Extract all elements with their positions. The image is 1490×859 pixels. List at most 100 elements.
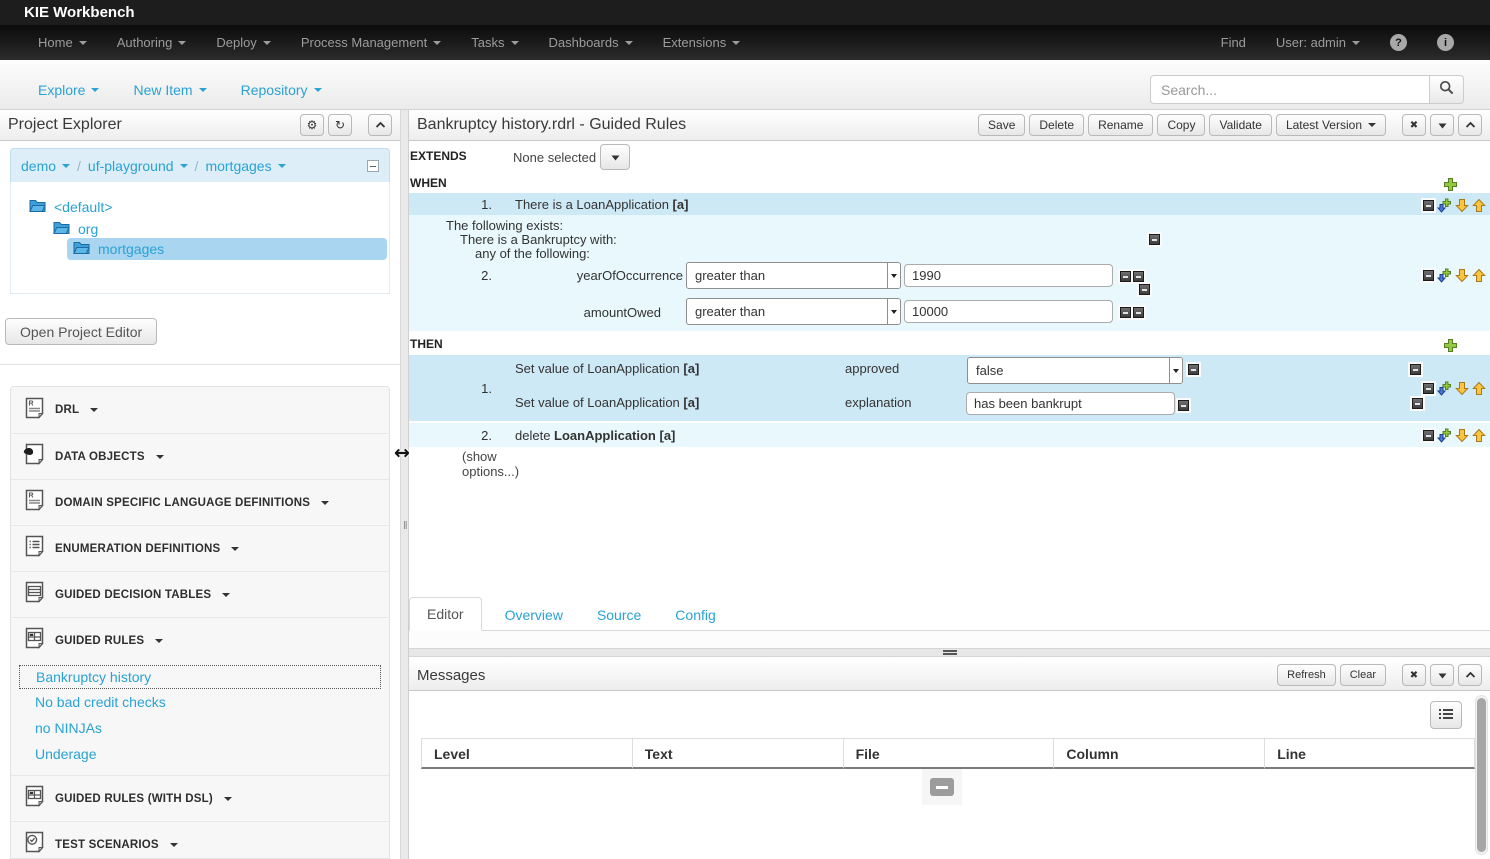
refresh-button[interactable]: ↻ bbox=[328, 114, 352, 136]
info-icon[interactable]: i bbox=[1437, 34, 1454, 51]
rename-button[interactable]: Rename bbox=[1088, 114, 1153, 136]
repository-menu[interactable]: Repository bbox=[241, 82, 322, 98]
breadcrumb-project[interactable]: uf-playground bbox=[88, 158, 188, 174]
remove-field-icon[interactable] bbox=[1133, 307, 1144, 318]
help-icon[interactable]: ? bbox=[1390, 34, 1407, 51]
remove-row-icon[interactable] bbox=[1423, 383, 1434, 394]
remove-action-icon[interactable] bbox=[1412, 398, 1423, 409]
close-messages-button[interactable]: ✖ bbox=[1402, 664, 1426, 686]
messages-scrollbar[interactable] bbox=[1475, 695, 1488, 855]
collapse-panel-button[interactable] bbox=[368, 114, 392, 136]
move-up-icon[interactable] bbox=[1472, 428, 1486, 443]
section-dsl-definitions[interactable]: RDOMAIN SPECIFIC LANGUAGE DEFINITIONS bbox=[11, 479, 389, 525]
search-button[interactable] bbox=[1430, 75, 1464, 104]
delete-button[interactable]: Delete bbox=[1029, 114, 1084, 136]
action-value-select[interactable]: false bbox=[967, 357, 1183, 384]
edit-field-icon[interactable] bbox=[1120, 307, 1131, 318]
search-input[interactable] bbox=[1150, 75, 1430, 104]
nav-home[interactable]: Home bbox=[38, 35, 87, 50]
edit-field-icon[interactable] bbox=[1120, 271, 1131, 282]
section-guided-rules-dsl[interactable]: GUIDED RULES (WITH DSL) bbox=[11, 775, 389, 821]
section-data-objects[interactable]: DATA OBJECTS bbox=[11, 433, 389, 479]
breadcrumb-package[interactable]: mortgages bbox=[205, 158, 285, 174]
move-down-icon[interactable] bbox=[1455, 428, 1469, 443]
remove-row-icon[interactable] bbox=[1423, 270, 1434, 281]
tree-item-org[interactable]: org bbox=[53, 218, 98, 240]
minimize-messages-button[interactable] bbox=[1430, 664, 1454, 686]
column-header-line[interactable]: Line bbox=[1264, 738, 1475, 769]
refresh-messages-button[interactable]: Refresh bbox=[1277, 664, 1336, 686]
scrollbar-thumb[interactable] bbox=[1477, 698, 1486, 852]
nav-deploy[interactable]: Deploy bbox=[216, 35, 270, 50]
move-down-icon[interactable] bbox=[1455, 268, 1469, 283]
move-up-icon[interactable] bbox=[1472, 268, 1486, 283]
asset-bankruptcy-history[interactable]: Bankruptcy history bbox=[19, 665, 381, 689]
collapse-editor-button[interactable] bbox=[1458, 114, 1482, 136]
tab-source[interactable]: Source bbox=[580, 599, 658, 631]
section-test-scenarios[interactable]: TEST SCENARIOS bbox=[11, 821, 389, 859]
move-up-icon[interactable] bbox=[1472, 198, 1486, 213]
version-dropdown-button[interactable]: Latest Version bbox=[1276, 114, 1386, 136]
section-drl[interactable]: RDRL bbox=[11, 387, 389, 433]
collapse-all-icon[interactable] bbox=[367, 160, 379, 172]
horizontal-splitter[interactable] bbox=[409, 648, 1490, 657]
remove-row-icon[interactable] bbox=[1423, 430, 1434, 441]
tab-overview[interactable]: Overview bbox=[488, 599, 580, 631]
move-down-icon[interactable] bbox=[1455, 381, 1469, 396]
save-button[interactable]: Save bbox=[978, 114, 1025, 136]
minimize-editor-button[interactable] bbox=[1430, 114, 1454, 136]
asset-underage[interactable]: Underage bbox=[11, 741, 389, 767]
nav-process-management[interactable]: Process Management bbox=[301, 35, 441, 50]
tree-item-default[interactable]: <default> bbox=[29, 196, 112, 218]
connector-icon[interactable] bbox=[1139, 284, 1150, 295]
section-enumeration-definitions[interactable]: ENUMERATION DEFINITIONS bbox=[11, 525, 389, 571]
validate-button[interactable]: Validate bbox=[1209, 114, 1271, 136]
add-condition-button[interactable] bbox=[1443, 177, 1458, 192]
nav-tasks[interactable]: Tasks bbox=[471, 35, 518, 50]
remove-field-icon[interactable] bbox=[1133, 271, 1144, 282]
open-project-editor-button[interactable]: Open Project Editor bbox=[5, 318, 157, 345]
copy-button[interactable]: Copy bbox=[1157, 114, 1205, 136]
condition-value-input[interactable] bbox=[904, 300, 1113, 323]
add-below-icon[interactable] bbox=[1437, 268, 1452, 283]
column-header-text[interactable]: Text bbox=[632, 738, 843, 769]
list-view-button[interactable] bbox=[1430, 701, 1462, 729]
tree-item-mortgages[interactable]: mortgages bbox=[67, 238, 387, 260]
remove-pattern-icon[interactable] bbox=[1149, 234, 1160, 245]
condition-value-input[interactable] bbox=[904, 264, 1113, 287]
nav-dashboards[interactable]: Dashboards bbox=[549, 35, 633, 50]
close-editor-button[interactable]: ✖ bbox=[1402, 114, 1426, 136]
show-options-link[interactable]: (show options...) bbox=[462, 449, 524, 479]
section-guided-rules[interactable]: GUIDED RULES bbox=[11, 617, 389, 663]
remove-field-icon[interactable] bbox=[1178, 400, 1189, 411]
clear-messages-button[interactable]: Clear bbox=[1340, 664, 1386, 686]
asset-no-bad-credit-checks[interactable]: No bad credit checks bbox=[11, 689, 389, 715]
operator-select[interactable]: greater than bbox=[686, 262, 901, 289]
nav-find[interactable]: Find bbox=[1221, 35, 1246, 50]
vertical-splitter[interactable]: ↔ ‖ bbox=[400, 110, 409, 859]
tab-config[interactable]: Config bbox=[658, 599, 732, 631]
nav-authoring[interactable]: Authoring bbox=[117, 35, 187, 50]
column-header-level[interactable]: Level bbox=[421, 738, 632, 769]
section-guided-decision-tables[interactable]: GUIDED DECISION TABLES bbox=[11, 571, 389, 617]
add-below-icon[interactable] bbox=[1437, 381, 1452, 396]
remove-field-icon[interactable] bbox=[1188, 364, 1199, 375]
extends-dropdown-button[interactable] bbox=[600, 144, 630, 170]
nav-extensions[interactable]: Extensions bbox=[663, 35, 741, 50]
explore-menu[interactable]: Explore bbox=[38, 82, 99, 98]
settings-button[interactable]: ⚙ bbox=[300, 114, 324, 136]
nav-user-menu[interactable]: User: admin bbox=[1276, 35, 1360, 50]
action-value-input[interactable] bbox=[966, 392, 1175, 415]
new-item-menu[interactable]: New Item bbox=[133, 82, 206, 98]
tab-editor[interactable]: Editor bbox=[409, 597, 482, 631]
move-down-icon[interactable] bbox=[1455, 198, 1469, 213]
asset-no-ninjas[interactable]: no NINJAs bbox=[11, 715, 389, 741]
collapse-messages-button[interactable] bbox=[1458, 664, 1482, 686]
add-action-button[interactable] bbox=[1443, 338, 1458, 353]
column-header-file[interactable]: File bbox=[843, 738, 1054, 769]
add-below-icon[interactable] bbox=[1437, 198, 1452, 213]
operator-select[interactable]: greater than bbox=[686, 298, 901, 325]
add-below-icon[interactable] bbox=[1437, 428, 1452, 443]
remove-action-icon[interactable] bbox=[1410, 364, 1421, 375]
column-header-column[interactable]: Column bbox=[1053, 738, 1264, 769]
